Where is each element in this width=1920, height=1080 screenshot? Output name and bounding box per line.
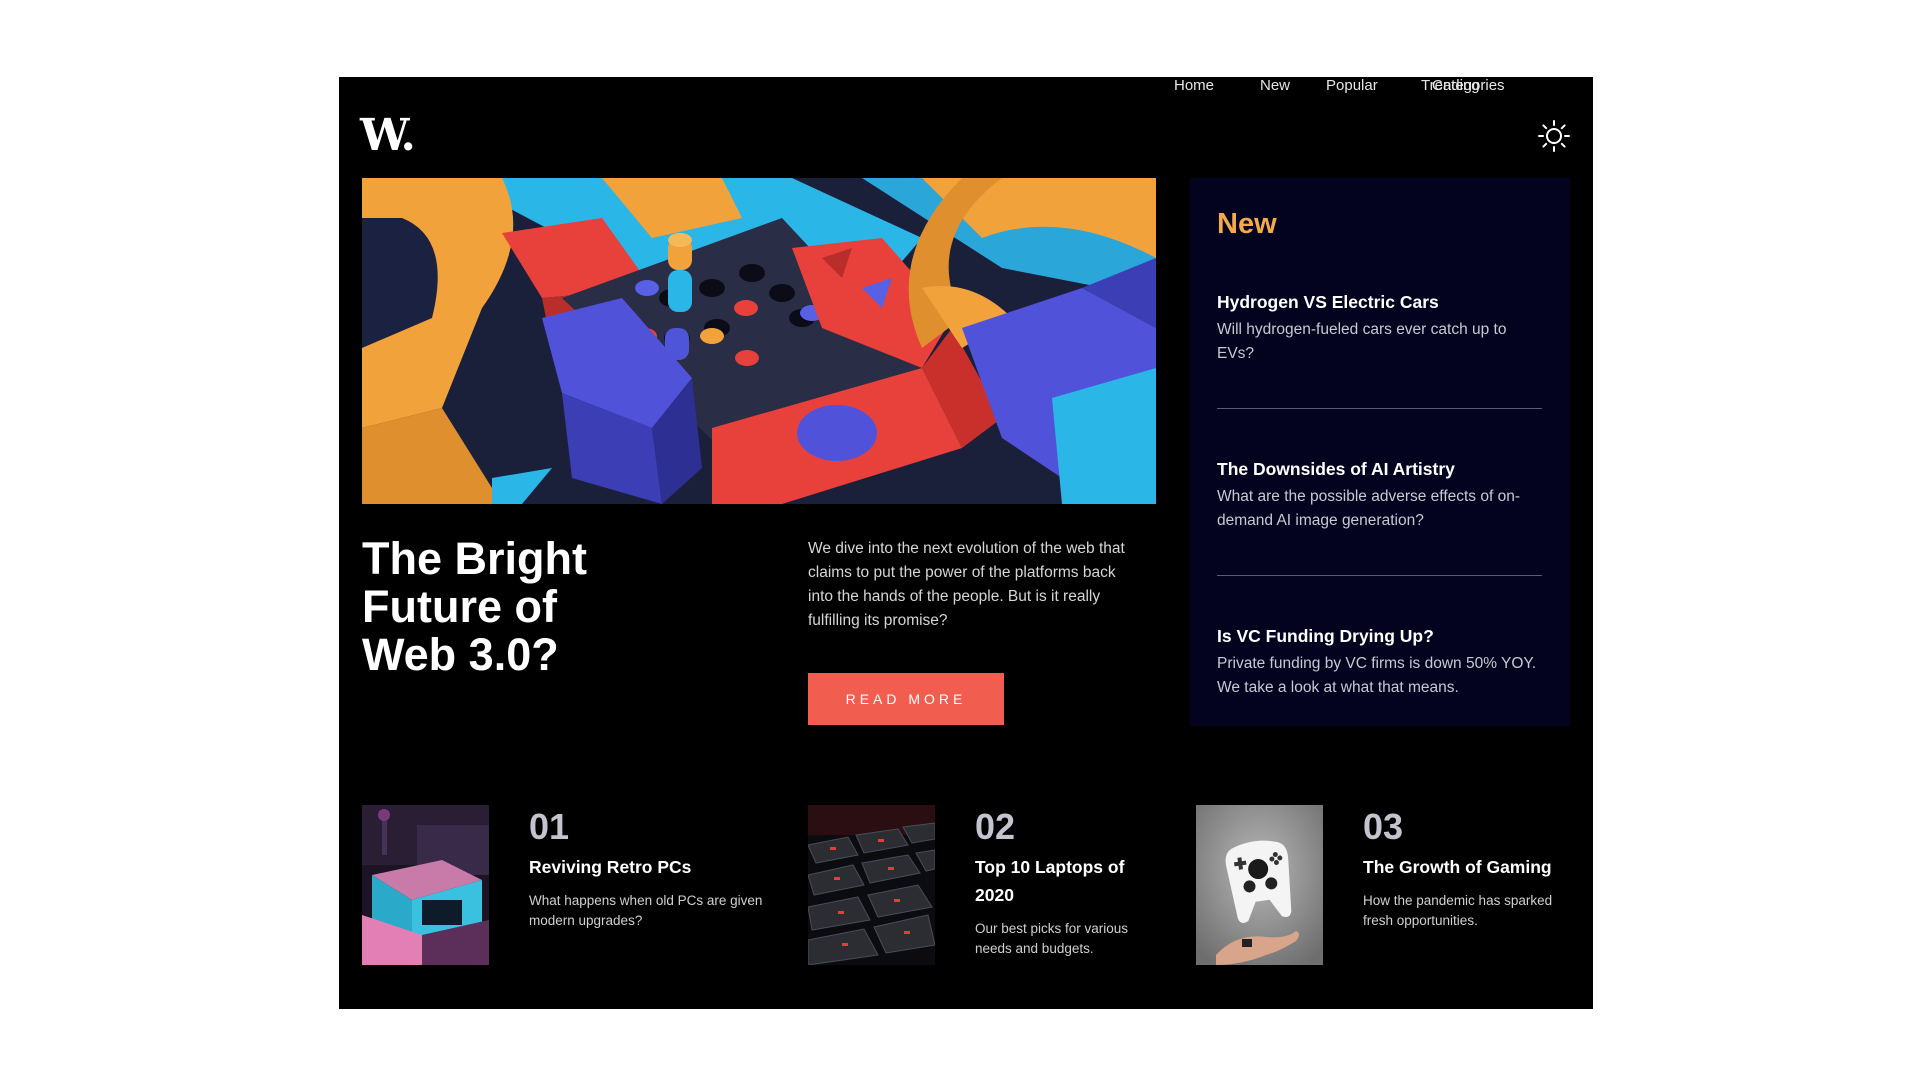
game-controller-thumbnail[interactable] (1196, 805, 1323, 965)
sun-icon[interactable] (1537, 119, 1571, 153)
sidebar-article[interactable]: Hydrogen VS Electric Cars Will hydrogen-… (1217, 290, 1543, 366)
new-articles-sidebar: New Hydrogen VS Electric Cars Will hydro… (1190, 178, 1570, 726)
sidebar-article-description: Private funding by VC firms is down 50% … (1217, 655, 1537, 696)
nav-item-home[interactable]: Home (1174, 77, 1214, 94)
sidebar-article-title[interactable]: Is VC Funding Drying Up? (1217, 624, 1543, 648)
page-container: W. Home New Popular Trending Categories (339, 77, 1593, 1009)
card-description: How the pandemic has sparked fresh oppor… (1363, 893, 1553, 928)
card-title[interactable]: The Growth of Gaming (1363, 853, 1578, 881)
sidebar-article[interactable]: The Downsides of AI Artistry What are th… (1217, 457, 1543, 533)
sidebar-article-description: What are the possible adverse effects of… (1217, 488, 1520, 529)
retro-pcs-thumbnail[interactable] (362, 805, 489, 965)
sidebar-article-title[interactable]: Hydrogen VS Electric Cars (1217, 290, 1543, 314)
divider (1217, 408, 1542, 409)
read-more-button[interactable]: Read more (808, 673, 1004, 725)
nav-item-new[interactable]: New (1260, 77, 1290, 94)
sidebar-article[interactable]: Is VC Funding Drying Up? Private funding… (1217, 624, 1543, 700)
hero-image (362, 178, 1156, 504)
hero-title: The Bright Future of Web 3.0? (362, 533, 587, 680)
sidebar-title: New (1217, 208, 1277, 240)
nav-item-popular[interactable]: Popular (1326, 77, 1378, 94)
sidebar-article-title[interactable]: The Downsides of AI Artistry (1217, 457, 1543, 481)
card-number: 02 (975, 806, 1016, 847)
laptop-keyboard-thumbnail[interactable] (808, 805, 935, 965)
card-description: Our best picks for various needs and bud… (975, 921, 1129, 956)
card-number: 03 (1363, 806, 1404, 847)
divider (1217, 575, 1542, 576)
card-description: What happens when old PCs are given mode… (529, 893, 763, 928)
card-title[interactable]: Reviving Retro PCs (529, 853, 759, 881)
sidebar-article-description: Will hydrogen-fueled cars ever catch up … (1217, 321, 1507, 362)
card-number: 01 (529, 806, 570, 847)
hero-description: We dive into the next evolution of the w… (808, 540, 1125, 629)
nav-item-categories[interactable]: Categories (1432, 77, 1505, 94)
brand-logo[interactable]: W. (360, 114, 416, 158)
card-title[interactable]: Top 10 Laptops of 2020 (975, 853, 1145, 909)
